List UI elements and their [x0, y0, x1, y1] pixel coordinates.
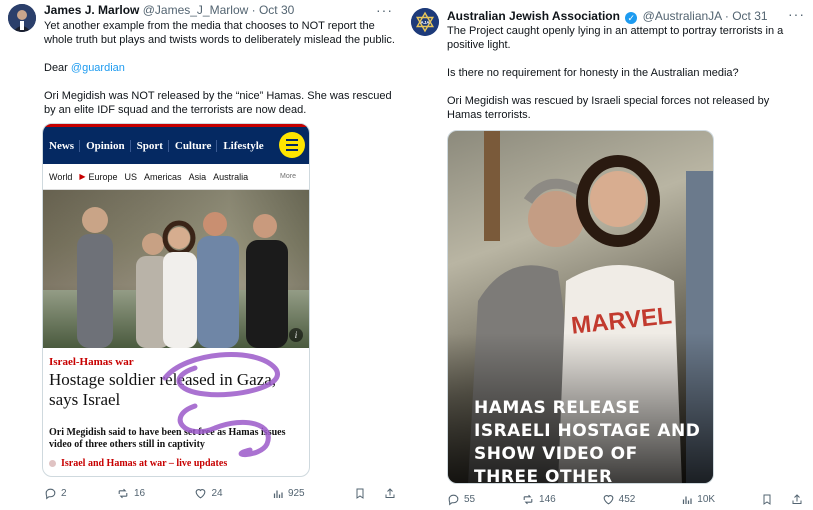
live-updates-text: Israel and Hamas at war – live updates — [61, 458, 228, 469]
nav-culture: Culture — [175, 139, 218, 152]
info-icon: i — [289, 328, 303, 342]
like-button[interactable]: 452 — [602, 493, 636, 506]
share-button[interactable] — [791, 493, 807, 506]
article-standfirst: Ori Megidish said to have been set free … — [49, 427, 286, 450]
logo-letters: AJA — [420, 20, 430, 25]
triangle-icon: ▶ — [79, 172, 86, 181]
bookmark-icon — [763, 494, 771, 505]
repost-button[interactable]: 16 — [116, 487, 145, 500]
repost-icon — [118, 488, 128, 499]
author-handle[interactable]: @AustralianJA — [643, 9, 722, 23]
reply-button[interactable]: 55 — [447, 493, 475, 506]
reply-icon — [448, 494, 459, 506]
repost-count: 146 — [539, 494, 556, 505]
separator: · — [251, 3, 256, 17]
views-button[interactable]: 925 — [272, 488, 305, 500]
avatar[interactable] — [8, 4, 36, 32]
guardian-nav: News Opinion Sport Culture Lifestyle — [43, 124, 309, 164]
bookmark-button[interactable] — [761, 493, 777, 506]
star-of-david-logo-icon: AJA — [411, 8, 439, 36]
avatar[interactable]: AJA — [411, 8, 439, 36]
subnav-americas: Americas — [144, 171, 182, 182]
tweet-text-p3: Ori Megidish was rescued by Israeli spec… — [447, 95, 770, 121]
reply-count: 55 — [464, 494, 476, 505]
article-headline: Hostage soldier released in Gaza, says I… — [49, 370, 277, 409]
author-name[interactable]: James J. Marlow — [44, 3, 139, 17]
live-dot-icon — [49, 460, 56, 467]
view-count: 925 — [287, 488, 305, 499]
subnav-more: More — [280, 173, 296, 180]
repost-icon — [523, 494, 533, 505]
share-icon — [385, 488, 395, 498]
article-screenshot[interactable]: News Opinion Sport Culture Lifestyle Wor… — [42, 123, 310, 477]
like-button[interactable]: 24 — [194, 487, 223, 500]
avatar-image-icon — [8, 4, 36, 32]
heart-icon — [603, 495, 614, 505]
author-handle[interactable]: @James_J_Marlow — [143, 3, 249, 17]
view-count: 10K — [697, 494, 716, 505]
views-chart-icon — [273, 490, 283, 498]
reply-count: 2 — [61, 488, 67, 499]
family-photo: i — [43, 190, 309, 348]
share-icon — [792, 494, 802, 504]
tweet-date[interactable]: Oct 30 — [259, 3, 294, 17]
nav-lifestyle: Lifestyle — [223, 139, 264, 152]
tweet-text: The Project caught openly lying in an at… — [447, 24, 799, 136]
tweet-actions: 55 146 452 10K — [447, 493, 807, 506]
subnav-australia: Australia — [213, 171, 249, 182]
mention-link[interactable]: @guardian — [71, 62, 125, 74]
views-button[interactable]: 10K — [681, 494, 715, 506]
subnav-asia: Asia — [188, 171, 207, 182]
tweet-text-p1: The Project caught openly lying in an at… — [447, 25, 784, 51]
repost-button[interactable]: 146 — [521, 493, 556, 506]
tweet-header: Australian Jewish Association ✓ @Austral… — [447, 8, 768, 24]
live-updates-link: Israel and Hamas at war – live updates — [49, 458, 227, 469]
bookmark-button[interactable] — [354, 487, 370, 500]
subnav-us: US — [124, 171, 138, 182]
share-button[interactable] — [384, 487, 400, 500]
tweet-text-p2: Is there no requirement for honesty in t… — [447, 67, 739, 79]
reply-button[interactable]: 2 — [44, 487, 67, 500]
tweet-actions: 2 16 24 925 — [44, 487, 400, 500]
nav-opinion: Opinion — [86, 139, 131, 152]
tweet-text-p2: Dear @guardian — [44, 61, 399, 75]
separator: · — [724, 9, 729, 23]
family-photo-figures — [77, 207, 288, 348]
subnav-europe: Europe — [88, 171, 118, 182]
tweet-header: James J. Marlow @James_J_Marlow · Oct 30 — [44, 2, 294, 18]
nav-sport: Sport — [137, 139, 169, 152]
tweet-text: Yet another example from the media that … — [44, 19, 399, 131]
views-chart-icon — [683, 496, 692, 504]
article-kicker: Israel-Hamas war — [49, 356, 134, 368]
nav-news: News — [49, 139, 81, 152]
repost-count: 16 — [133, 488, 146, 499]
video-media[interactable]: MARVEL HAMAS RELEASE ISRAELI HOSTAGE AND… — [447, 130, 714, 484]
menu-icon — [279, 132, 305, 158]
like-count: 24 — [211, 488, 223, 499]
heart-icon — [196, 489, 206, 499]
bookmark-icon — [356, 488, 364, 499]
verified-badge-icon: ✓ — [625, 12, 638, 24]
subnav-world: World — [49, 171, 73, 182]
tweet-date[interactable]: Oct 31 — [732, 9, 767, 23]
text-prefix: Dear — [44, 62, 71, 74]
like-count: 452 — [618, 494, 636, 505]
tweet-left[interactable]: James J. Marlow @James_J_Marlow · Oct 30… — [0, 0, 407, 510]
video-caption: HAMAS RELEASE ISRAELI HOSTAGE AND SHOW V… — [474, 398, 701, 484]
tweet-text-p3: Ori Megidish was NOT released by the “ni… — [44, 90, 392, 116]
reply-icon — [45, 488, 56, 500]
more-options-icon[interactable]: ··· — [788, 6, 805, 22]
author-name[interactable]: Australian Jewish Association — [447, 9, 620, 23]
guardian-subnav: World ▶ Europe US Americas Asia Australi… — [43, 164, 309, 190]
more-options-icon[interactable]: ··· — [376, 2, 393, 18]
tweet-text-p1: Yet another example from the media that … — [44, 20, 395, 46]
